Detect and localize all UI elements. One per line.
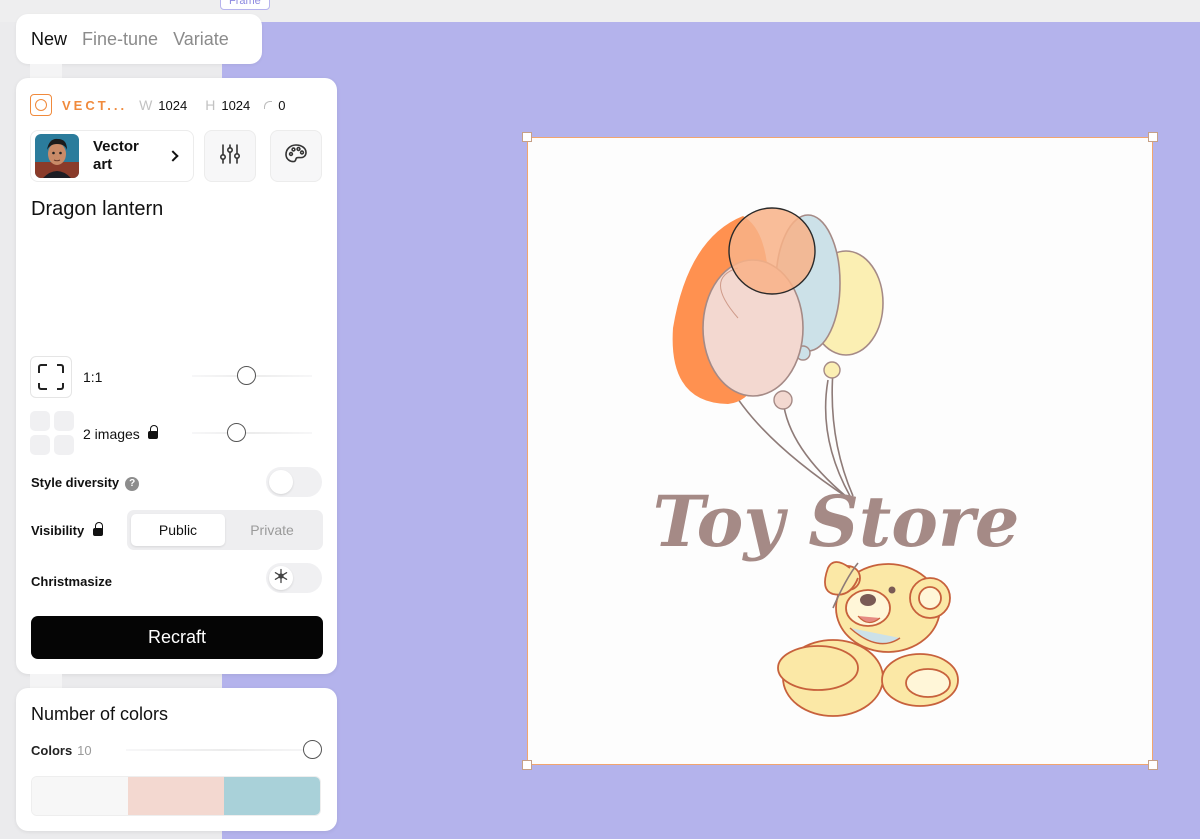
aspect-ratio-label: 1:1: [83, 369, 103, 385]
prompt-text[interactable]: Dragon lantern: [31, 198, 163, 221]
panel-connector: [30, 674, 62, 688]
height-key: H: [205, 97, 216, 113]
lock-icon: [147, 425, 158, 440]
visibility-private-option[interactable]: Private: [225, 514, 319, 546]
cursor-brush-circle: [728, 207, 816, 295]
style-avatar: [35, 134, 79, 178]
style-diversity-label: Style diversity: [31, 475, 120, 490]
color-swatch[interactable]: [32, 777, 128, 815]
lock-icon: [93, 521, 104, 536]
width-key: W: [139, 97, 153, 113]
logo-text: Toy Store: [653, 480, 1020, 563]
recraft-button[interactable]: Recraft: [31, 616, 323, 659]
image-count-slider-thumb[interactable]: [227, 423, 247, 442]
style-selector[interactable]: Vector art: [30, 130, 194, 182]
width-field[interactable]: 1024: [158, 98, 187, 113]
colors-label: Colors: [31, 743, 73, 758]
christmasize-label: Christmasize: [31, 574, 112, 589]
color-palette-button[interactable]: [270, 130, 322, 182]
frame-tag[interactable]: Frame: [220, 0, 270, 10]
vector-mode-label[interactable]: VECT...: [62, 98, 127, 113]
snowflake-icon: [273, 568, 289, 589]
resize-handle-bottom-left[interactable]: [522, 760, 532, 770]
panel-connector: [30, 64, 62, 78]
image-count-slider[interactable]: [192, 422, 312, 444]
color-swatch[interactable]: [128, 777, 224, 815]
visibility-label: Visibility: [31, 523, 85, 538]
height-field[interactable]: 1024: [221, 98, 250, 113]
colors-panel-title: Number of colors: [31, 704, 169, 724]
tab-new[interactable]: New: [31, 29, 67, 50]
artwork-canvas[interactable]: Toy Store: [522, 132, 1158, 770]
vector-mode-icon[interactable]: [30, 94, 52, 116]
sliders-icon: [218, 142, 242, 171]
tab-fine-tune[interactable]: Fine-tune: [82, 29, 158, 50]
visibility-segmented-control: Public Private: [127, 510, 323, 550]
style-settings-button[interactable]: [204, 130, 256, 182]
colors-slider-thumb[interactable]: [303, 740, 322, 759]
image-count-icon: [30, 411, 74, 455]
aspect-ratio-slider[interactable]: [192, 365, 312, 387]
colors-panel: Number of colors Colors 10: [16, 688, 337, 831]
corner-radius-icon: [264, 101, 273, 109]
christmasize-toggle[interactable]: [266, 563, 322, 593]
style-name: Vector art: [93, 138, 139, 173]
colors-count: 10: [77, 743, 92, 758]
colors-row: Colors 10: [31, 743, 92, 758]
color-swatches[interactable]: [31, 776, 321, 816]
generation-panel: VECT... W 1024 H 1024 0 Vector art Drago…: [16, 78, 337, 674]
visibility-row: Visibility: [31, 521, 104, 538]
toy-store-logo: Toy Store: [653, 207, 1020, 717]
tab-variate[interactable]: Variate: [173, 29, 229, 50]
resize-handle-bottom-right[interactable]: [1148, 760, 1158, 770]
corner-radius-field[interactable]: 0: [278, 98, 285, 113]
resize-handle-top-left[interactable]: [522, 132, 532, 142]
style-diversity-toggle[interactable]: [266, 467, 322, 497]
teddy-bear: [777, 561, 959, 717]
visibility-public-option[interactable]: Public: [131, 514, 225, 546]
image-count-label: 2 images: [83, 426, 140, 442]
resize-handle-top-right[interactable]: [1148, 132, 1158, 142]
help-icon[interactable]: ?: [125, 476, 140, 491]
aspect-ratio-slider-thumb[interactable]: [237, 366, 257, 385]
settings-row: VECT... W 1024 H 1024 0: [30, 94, 286, 116]
color-swatch[interactable]: [224, 777, 320, 815]
style-diversity-row: Style diversity?: [31, 475, 140, 491]
mode-tabs: New Fine-tune Variate: [16, 14, 262, 64]
chevron-right-icon: [167, 150, 179, 162]
aspect-ratio-icon[interactable]: [30, 356, 72, 398]
image-count-row: 2 images: [83, 425, 158, 442]
palette-icon: [284, 142, 308, 171]
colors-slider[interactable]: [126, 739, 322, 761]
